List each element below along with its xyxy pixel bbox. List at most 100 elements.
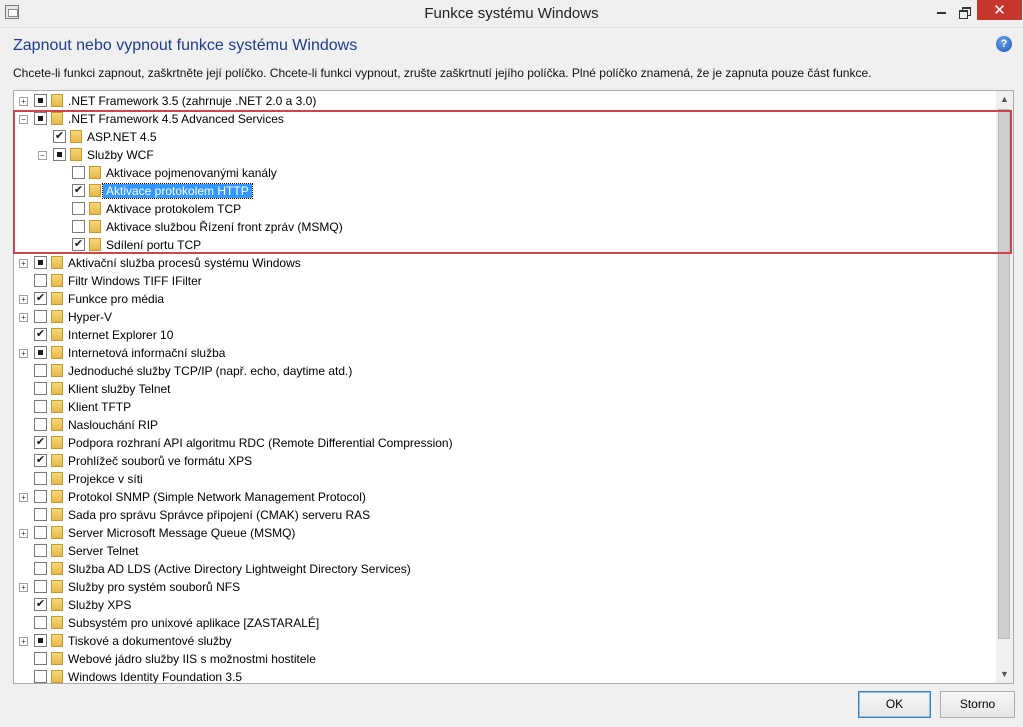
tree-item[interactable]: + ✔ Funkce pro média xyxy=(14,290,996,308)
expand-icon[interactable]: + xyxy=(19,493,28,502)
feature-checkbox[interactable] xyxy=(34,256,47,269)
tree-item[interactable]: Projekce v síti xyxy=(14,470,996,488)
feature-checkbox[interactable] xyxy=(34,544,47,557)
expand-icon[interactable]: + xyxy=(19,529,28,538)
tree-item[interactable]: + Služby pro systém souborů NFS xyxy=(14,578,996,596)
expand-icon[interactable]: + xyxy=(19,583,28,592)
tree-item[interactable]: + Protokol SNMP (Simple Network Managemen… xyxy=(14,488,996,506)
tree-item[interactable]: Subsystém pro unixové aplikace [ZASTARAL… xyxy=(14,614,996,632)
feature-checkbox[interactable] xyxy=(34,274,47,287)
restore-button[interactable] xyxy=(952,0,978,20)
tree-item[interactable]: Windows Identity Foundation 3.5 xyxy=(14,668,996,683)
feature-checkbox[interactable] xyxy=(72,166,85,179)
feature-checkbox[interactable]: ✔ xyxy=(72,238,85,251)
folder-icon xyxy=(51,310,63,323)
expand-icon[interactable]: + xyxy=(19,637,28,646)
minimize-button[interactable] xyxy=(928,0,954,20)
tree-item[interactable]: + Server Microsoft Message Queue (MSMQ) xyxy=(14,524,996,542)
feature-checkbox[interactable] xyxy=(34,364,47,377)
tree-item[interactable]: + Aktivační služba procesů systému Window… xyxy=(14,254,996,272)
feature-checkbox[interactable]: ✔ xyxy=(34,292,47,305)
tree-item[interactable]: Sada pro správu Správce připojení (CMAK)… xyxy=(14,506,996,524)
tree-item-label: Internet Explorer 10 xyxy=(68,328,174,342)
tree-item[interactable]: Filtr Windows TIFF IFilter xyxy=(14,272,996,290)
ok-button[interactable]: OK xyxy=(858,691,931,718)
tree-item[interactable]: ✔ Aktivace protokolem HTTP xyxy=(14,182,996,200)
feature-checkbox[interactable] xyxy=(34,472,47,485)
feature-checkbox[interactable]: ✔ xyxy=(72,184,85,197)
feature-checkbox[interactable] xyxy=(34,310,47,323)
tree-item[interactable]: Klient TFTP xyxy=(14,398,996,416)
tree-item[interactable]: + Internetová informační služba xyxy=(14,344,996,362)
close-button[interactable]: ✕ xyxy=(977,0,1022,20)
tree-item[interactable]: Aktivace službou Řízení front zpráv (MSM… xyxy=(14,218,996,236)
tree-item[interactable]: Aktivace protokolem TCP xyxy=(14,200,996,218)
expand-icon[interactable]: + xyxy=(19,97,28,106)
expand-icon[interactable]: + xyxy=(19,313,28,322)
tree-item[interactable]: + Hyper-V xyxy=(14,308,996,326)
feature-checkbox[interactable] xyxy=(34,616,47,629)
feature-checkbox[interactable]: ✔ xyxy=(34,436,47,449)
expand-icon[interactable]: + xyxy=(19,349,28,358)
tree-item[interactable]: ✔ ASP.NET 4.5 xyxy=(14,128,996,146)
feature-checkbox[interactable] xyxy=(53,148,66,161)
collapse-icon[interactable]: − xyxy=(19,115,28,124)
feature-checkbox[interactable] xyxy=(34,400,47,413)
tree-item-label: Klient služby Telnet xyxy=(68,382,171,396)
tree-item[interactable]: ✔ Prohlížeč souborů ve formátu XPS xyxy=(14,452,996,470)
tree-item[interactable]: ✔ Služby XPS xyxy=(14,596,996,614)
tree-item[interactable]: − .NET Framework 4.5 Advanced Services xyxy=(14,110,996,128)
collapse-icon[interactable]: − xyxy=(38,151,47,160)
feature-checkbox[interactable] xyxy=(72,202,85,215)
folder-icon xyxy=(51,328,63,341)
tree-item[interactable]: ✔ Podpora rozhraní API algoritmu RDC (Rem… xyxy=(14,434,996,452)
tree-item[interactable]: Webové jádro služby IIS s možnostmi host… xyxy=(14,650,996,668)
scrollbar-thumb[interactable] xyxy=(998,109,1010,639)
tree-item-label: Server Telnet xyxy=(68,544,139,558)
folder-icon xyxy=(51,634,63,647)
feature-checkbox[interactable] xyxy=(34,490,47,503)
feature-checkbox[interactable]: ✔ xyxy=(53,130,66,143)
tree-item[interactable]: − Služby WCF xyxy=(14,146,996,164)
feature-checkbox[interactable] xyxy=(34,580,47,593)
feature-checkbox[interactable] xyxy=(34,418,47,431)
scroll-down-icon[interactable]: ▼ xyxy=(996,666,1013,683)
feature-checkbox[interactable] xyxy=(34,634,47,647)
feature-checkbox[interactable] xyxy=(34,382,47,395)
feature-checkbox[interactable] xyxy=(34,112,47,125)
tree-item[interactable]: ✔ Sdílení portu TCP xyxy=(14,236,996,254)
expand-icon[interactable]: + xyxy=(19,259,28,268)
tree-item[interactable]: Naslouchání RIP xyxy=(14,416,996,434)
feature-checkbox[interactable] xyxy=(34,652,47,665)
tree-item-label: Aktivační služba procesů systému Windows xyxy=(68,256,301,270)
tree-item-label: Hyper-V xyxy=(68,310,113,324)
feature-checkbox[interactable]: ✔ xyxy=(34,454,47,467)
tree-item[interactable]: Aktivace pojmenovanými kanály xyxy=(14,164,996,182)
help-icon[interactable]: ? xyxy=(996,36,1012,52)
feature-checkbox[interactable] xyxy=(34,562,47,575)
tree-item-label: Projekce v síti xyxy=(68,472,143,486)
tree-item[interactable]: Jednoduché služby TCP/IP (např. echo, da… xyxy=(14,362,996,380)
expand-icon[interactable]: + xyxy=(19,295,28,304)
feature-checkbox[interactable] xyxy=(34,346,47,359)
features-tree[interactable]: + .NET Framework 3.5 (zahrnuje .NET 2.0 a… xyxy=(13,90,1014,684)
feature-checkbox[interactable] xyxy=(34,526,47,539)
feature-checkbox[interactable] xyxy=(34,508,47,521)
scroll-up-icon[interactable]: ▲ xyxy=(996,91,1013,108)
feature-checkbox[interactable] xyxy=(34,670,47,683)
feature-checkbox[interactable]: ✔ xyxy=(34,328,47,341)
folder-icon xyxy=(51,436,63,449)
folder-icon xyxy=(51,454,63,467)
tree-item[interactable]: Služba AD LDS (Active Directory Lightwei… xyxy=(14,560,996,578)
tree-item[interactable]: Server Telnet xyxy=(14,542,996,560)
cancel-button[interactable]: Storno xyxy=(940,691,1015,718)
feature-checkbox[interactable] xyxy=(34,94,47,107)
tree-item[interactable]: + .NET Framework 3.5 (zahrnuje .NET 2.0 a… xyxy=(14,92,996,110)
feature-checkbox[interactable]: ✔ xyxy=(34,598,47,611)
feature-checkbox[interactable] xyxy=(72,220,85,233)
tree-item[interactable]: + Tiskové a dokumentové služby xyxy=(14,632,996,650)
folder-icon xyxy=(89,184,101,197)
vertical-scrollbar[interactable]: ▲ ▼ xyxy=(996,91,1013,683)
tree-item[interactable]: Klient služby Telnet xyxy=(14,380,996,398)
tree-item[interactable]: ✔ Internet Explorer 10 xyxy=(14,326,996,344)
